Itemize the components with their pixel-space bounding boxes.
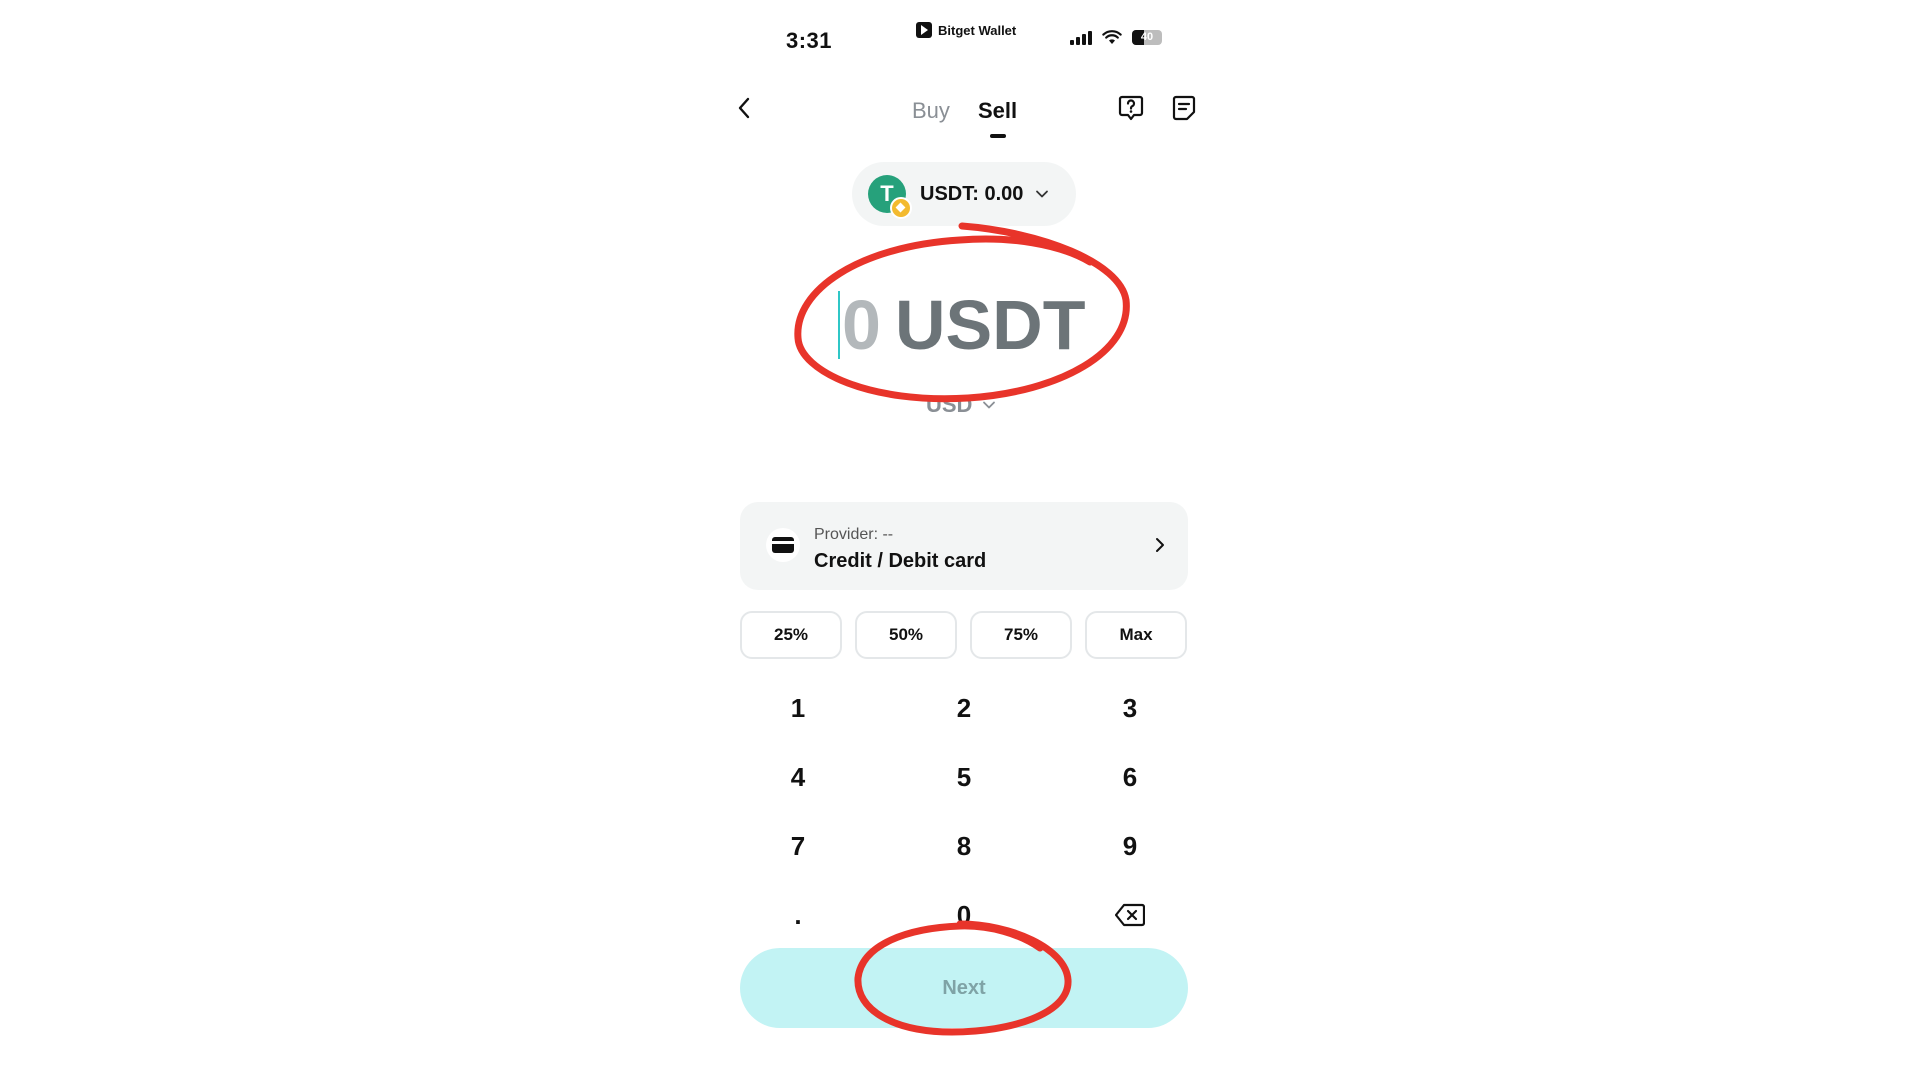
back-icon — [738, 97, 750, 119]
tab-sell[interactable]: Sell — [978, 98, 1017, 124]
battery-icon: 40 — [1132, 30, 1162, 45]
keypad-key-5[interactable]: 5 — [904, 752, 1024, 802]
chevron-down-icon — [1036, 190, 1049, 198]
payment-method: Credit / Debit card — [814, 550, 987, 572]
keypad-key-9[interactable]: 9 — [1070, 821, 1190, 871]
keypad-key-6[interactable]: 6 — [1070, 752, 1190, 802]
backspace-icon — [1115, 903, 1145, 927]
back-button[interactable] — [732, 94, 756, 122]
percent-75-button[interactable]: 75% — [970, 611, 1072, 659]
app-brand: Bitget Wallet — [916, 22, 1016, 38]
max-button[interactable]: Max — [1085, 611, 1187, 659]
amount-unit: USDT — [894, 286, 1086, 364]
percent-50-button[interactable]: 50% — [855, 611, 957, 659]
tab-buy[interactable]: Buy — [912, 98, 950, 124]
card-icon — [766, 528, 800, 562]
provider-label: Provider: -- — [814, 526, 894, 543]
status-time: 3:31 — [786, 28, 833, 53]
amount-value: 0 — [842, 286, 881, 364]
help-button[interactable] — [1117, 94, 1145, 122]
wifi-icon — [1102, 30, 1122, 44]
app-name: Bitget Wallet — [938, 22, 1017, 38]
battery-level: 40 — [1140, 31, 1154, 43]
token-balance-label: USDT: 0.00 — [920, 182, 1024, 205]
keypad-key-1[interactable]: 1 — [738, 683, 858, 733]
status-icons: 40 — [1070, 30, 1162, 45]
keypad-key-0[interactable]: 0 — [904, 890, 1024, 940]
provider-selector[interactable]: Provider: -- Credit / Debit card — [740, 502, 1188, 590]
usdt-token-icon: T — [868, 175, 912, 219]
screen: 3:31 Bitget Wallet 40 Buy Sell T USDT: 0… — [0, 0, 1920, 1080]
keypad-key-3[interactable]: 3 — [1070, 683, 1190, 733]
keypad-key-2[interactable]: 2 — [904, 683, 1024, 733]
amount-input[interactable]: 0 USDT — [838, 285, 1086, 365]
bitget-logo-icon — [916, 22, 932, 38]
active-tab-indicator — [990, 134, 1006, 138]
chevron-right-icon — [1156, 538, 1164, 552]
keypad-backspace-button[interactable] — [1070, 890, 1190, 940]
chevron-down-icon — [983, 401, 996, 409]
orders-icon — [1172, 95, 1196, 121]
percent-25-button[interactable]: 25% — [740, 611, 842, 659]
keypad-key-decimal[interactable]: . — [738, 890, 858, 940]
next-button[interactable]: Next — [740, 948, 1188, 1028]
bnb-chain-badge-icon — [890, 197, 912, 219]
cellular-signal-icon — [1070, 30, 1092, 45]
keypad-key-4[interactable]: 4 — [738, 752, 858, 802]
orders-button[interactable] — [1170, 94, 1198, 122]
keypad-key-7[interactable]: 7 — [738, 821, 858, 871]
help-icon — [1118, 95, 1144, 121]
token-selector[interactable]: T USDT: 0.00 — [852, 162, 1076, 226]
keypad-key-8[interactable]: 8 — [904, 821, 1024, 871]
text-caret — [838, 291, 840, 359]
fiat-currency-label: USD — [926, 392, 973, 417]
fiat-currency-selector[interactable]: USD — [926, 392, 996, 418]
